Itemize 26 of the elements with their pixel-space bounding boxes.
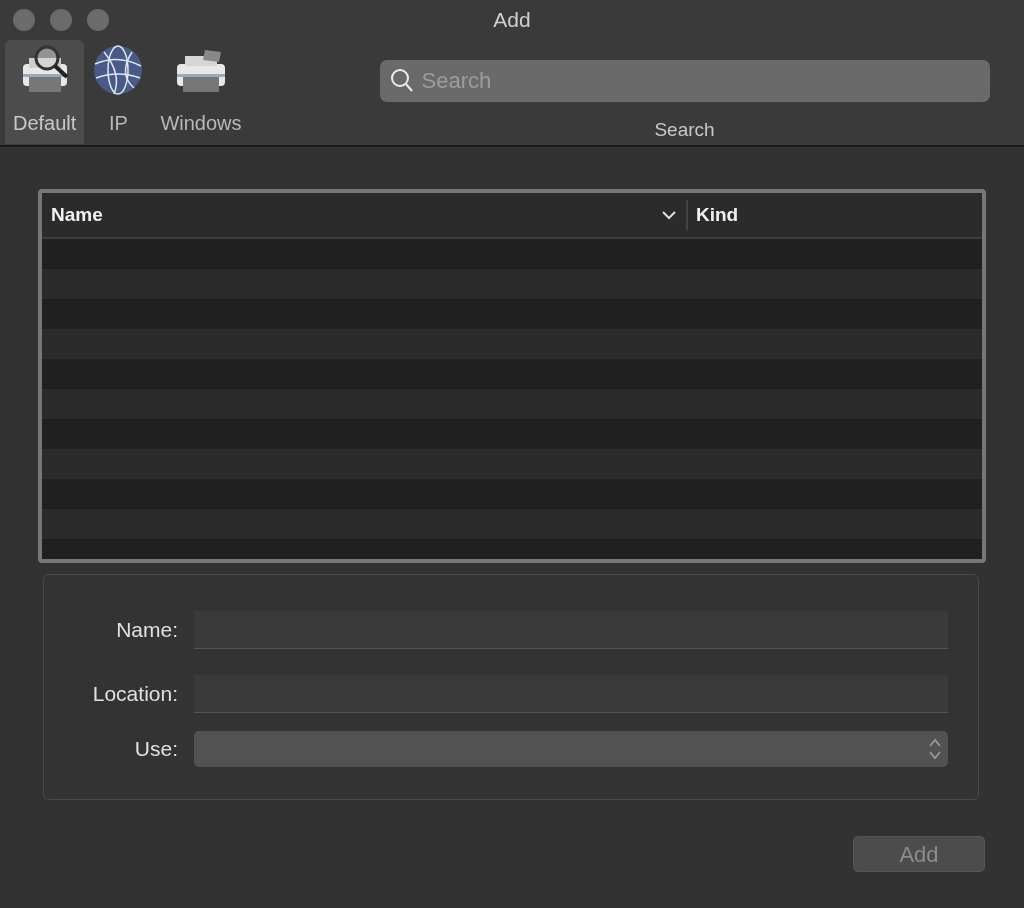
toolbar-tab[interactable]: IP <box>84 40 153 144</box>
globe-icon <box>92 44 145 96</box>
search-icon <box>389 67 414 94</box>
column-header[interactable]: Name <box>42 200 688 230</box>
field-label: Use: <box>133 736 179 763</box>
toolbar-tab[interactable]: Windows <box>152 40 250 144</box>
column-header[interactable]: Kind <box>688 200 739 230</box>
up-down-arrows-icon <box>928 737 942 761</box>
field-label: Location: <box>91 681 179 708</box>
window-title: Add <box>493 8 531 32</box>
toolbar-tab[interactable]: Default <box>5 40 85 144</box>
chevron-down-icon <box>662 210 676 220</box>
empty-table-row[interactable] <box>42 389 982 419</box>
dropdown-field[interactable] <box>194 731 948 767</box>
input-field[interactable] <box>194 611 948 649</box>
column-title: Name <box>51 202 103 227</box>
window-control-button[interactable] <box>50 9 72 31</box>
window-control-button[interactable] <box>87 9 109 31</box>
empty-table-row[interactable] <box>42 269 982 299</box>
empty-table-row[interactable] <box>42 329 982 359</box>
empty-table-row[interactable] <box>42 449 982 479</box>
empty-table-row[interactable] <box>42 509 982 539</box>
search-label: Search <box>654 117 715 142</box>
input-field[interactable] <box>194 675 948 713</box>
window-control-button[interactable] <box>13 9 35 31</box>
field-label: Name: <box>115 617 179 644</box>
